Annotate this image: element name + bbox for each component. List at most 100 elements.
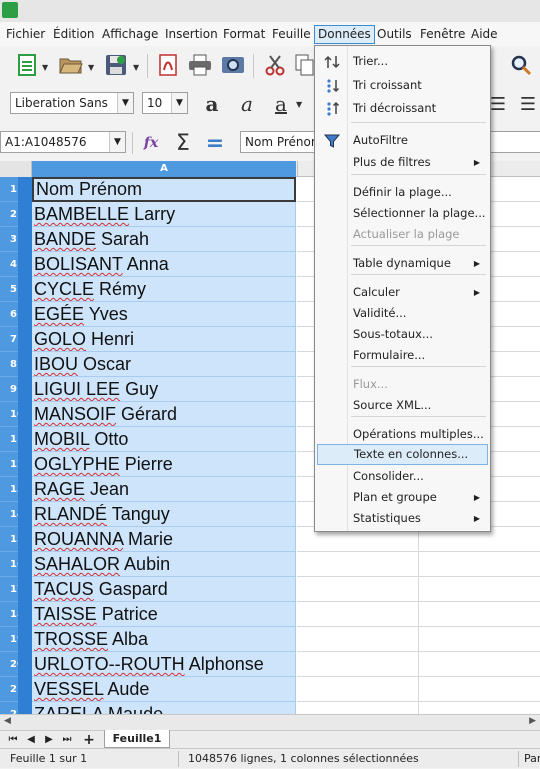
- chevron-down-icon[interactable]: ▼: [171, 93, 187, 113]
- row-header[interactable]: 10: [0, 402, 32, 427]
- menu-affichage[interactable]: Affichage: [99, 25, 161, 44]
- cell-c[interactable]: [419, 652, 540, 677]
- row-header[interactable]: 17: [0, 577, 32, 602]
- underline-icon[interactable]: a: [268, 91, 294, 117]
- row-header[interactable]: 4: [0, 252, 32, 277]
- row-header[interactable]: 19: [0, 627, 32, 652]
- function-wizard-icon[interactable]: fx: [138, 130, 164, 156]
- cell-c[interactable]: [419, 702, 540, 714]
- align-left-icon[interactable]: ☰: [515, 91, 540, 117]
- data-menu-item[interactable]: Sélectionner la plage...: [317, 203, 488, 224]
- row-header[interactable]: 13: [0, 477, 32, 502]
- data-menu-item[interactable]: Tri décroissant: [317, 98, 488, 119]
- menu-aide[interactable]: Aide: [468, 25, 501, 44]
- menu-fenetre[interactable]: Fenêtre: [417, 25, 468, 44]
- cell-a[interactable]: EGÉE Yves: [32, 302, 296, 327]
- row-header[interactable]: 14: [0, 502, 32, 527]
- menu-fichier[interactable]: Fichier: [3, 25, 48, 44]
- data-menu-item[interactable]: Statistiques ▶: [317, 508, 488, 529]
- chevron-down-icon[interactable]: ▼: [109, 132, 125, 152]
- cell-a[interactable]: MANSOIF Gérard: [32, 402, 296, 427]
- cell-c[interactable]: [419, 677, 540, 702]
- menu-outils[interactable]: Outils: [374, 25, 415, 44]
- row-header[interactable]: 5: [0, 277, 32, 302]
- menu-donnees[interactable]: Données: [314, 25, 375, 44]
- data-menu-item[interactable]: Texte en colonnes...: [317, 444, 488, 465]
- cell-b[interactable]: [297, 627, 419, 652]
- cell-b[interactable]: [297, 577, 419, 602]
- row-header[interactable]: 1: [0, 177, 32, 202]
- cell-a[interactable]: RLANDÉ Tanguy: [32, 502, 296, 527]
- cell-a[interactable]: MOBIL Otto: [32, 427, 296, 452]
- data-menu-item[interactable]: Tri croissant: [317, 75, 488, 96]
- sheet-tab-feuille1[interactable]: Feuille1: [104, 730, 170, 748]
- column-header-a[interactable]: A: [32, 161, 296, 177]
- cell-a[interactable]: OGLYPHE Pierre: [32, 452, 296, 477]
- row-header[interactable]: 12: [0, 452, 32, 477]
- row-header[interactable]: 2: [0, 202, 32, 227]
- cell-c[interactable]: [419, 552, 540, 577]
- find-replace-icon[interactable]: [508, 52, 534, 78]
- data-menu-item[interactable]: Consolider...: [317, 466, 488, 487]
- row-header[interactable]: 18: [0, 602, 32, 627]
- cell-a1-header[interactable]: Nom Prénom: [32, 177, 296, 202]
- data-menu-item[interactable]: Validité...: [317, 303, 488, 324]
- chevron-down-icon[interactable]: ▼: [117, 93, 133, 113]
- data-menu-item[interactable]: Opérations multiples...: [317, 424, 488, 445]
- cell-a[interactable]: TACUS Gaspard: [32, 577, 296, 602]
- data-menu-item[interactable]: Plan et groupe ▶: [317, 487, 488, 508]
- cell-a[interactable]: URLOTO--ROUTH Alphonse: [32, 652, 296, 677]
- formula-icon[interactable]: =: [202, 130, 228, 156]
- cell-a[interactable]: TROSSE Alba: [32, 627, 296, 652]
- name-box[interactable]: A1:A1048576 ▼: [0, 131, 126, 153]
- cell-a[interactable]: ROUANNA Marie: [32, 527, 296, 552]
- open-folder-icon[interactable]: [58, 52, 84, 78]
- cell-a[interactable]: TAISSE Patrice: [32, 602, 296, 627]
- menu-edition[interactable]: Édition: [50, 25, 98, 44]
- cell-c[interactable]: [419, 577, 540, 602]
- data-menu-item[interactable]: Définir la plage...: [317, 182, 488, 203]
- add-sheet-icon[interactable]: +: [82, 731, 96, 749]
- row-header[interactable]: 6: [0, 302, 32, 327]
- data-menu-item[interactable]: Sous-totaux...: [317, 324, 488, 345]
- next-sheet-icon[interactable]: ▶: [42, 731, 56, 749]
- last-sheet-icon[interactable]: ⏭: [60, 731, 74, 749]
- cell-b[interactable]: [297, 552, 419, 577]
- row-header[interactable]: 15: [0, 527, 32, 552]
- chevron-down-icon[interactable]: ▼: [296, 100, 302, 109]
- data-menu-item[interactable]: Calculer ▶: [317, 282, 488, 303]
- cell-a[interactable]: SAHALOR Aubin: [32, 552, 296, 577]
- cell-b[interactable]: [297, 602, 419, 627]
- horizontal-scrollbar[interactable]: ◀ ▶: [0, 714, 540, 730]
- cell-c[interactable]: [419, 602, 540, 627]
- save-icon[interactable]: [103, 52, 129, 78]
- row-header[interactable]: 11: [0, 427, 32, 452]
- chevron-down-icon[interactable]: ▼: [42, 63, 48, 72]
- cell-b[interactable]: [297, 677, 419, 702]
- row-header[interactable]: 16: [0, 552, 32, 577]
- cell-b[interactable]: [297, 652, 419, 677]
- cell-a[interactable]: RAGE Jean: [32, 477, 296, 502]
- cell-a[interactable]: IBOU Oscar: [32, 352, 296, 377]
- row-header[interactable]: 7: [0, 327, 32, 352]
- cell-a[interactable]: VESSEL Aude: [32, 677, 296, 702]
- export-pdf-icon[interactable]: [155, 52, 181, 78]
- sum-icon[interactable]: Σ: [170, 130, 196, 156]
- row-header[interactable]: 21: [0, 677, 32, 702]
- data-menu-item[interactable]: Source XML...: [317, 395, 488, 416]
- print-icon[interactable]: [187, 52, 213, 78]
- status-page-style[interactable]: Par: [518, 749, 540, 769]
- row-header[interactable]: 3: [0, 227, 32, 252]
- data-menu-item[interactable]: Formulaire...: [317, 345, 488, 366]
- italic-icon[interactable]: a: [234, 91, 260, 117]
- cell-a[interactable]: ZARELA Maude: [32, 702, 296, 714]
- cell-a[interactable]: GOLO Henri: [32, 327, 296, 352]
- cell-a[interactable]: LIGUI LEE Guy: [32, 377, 296, 402]
- cell-c[interactable]: [419, 627, 540, 652]
- scroll-left-icon[interactable]: ◀: [4, 716, 11, 726]
- row-header[interactable]: 20: [0, 652, 32, 677]
- menu-feuille[interactable]: Feuille: [269, 25, 314, 44]
- data-menu-item[interactable]: Plus de filtres ▶: [317, 152, 488, 173]
- data-menu-item[interactable]: Table dynamique ▶: [317, 253, 488, 274]
- scroll-right-icon[interactable]: ▶: [529, 716, 536, 726]
